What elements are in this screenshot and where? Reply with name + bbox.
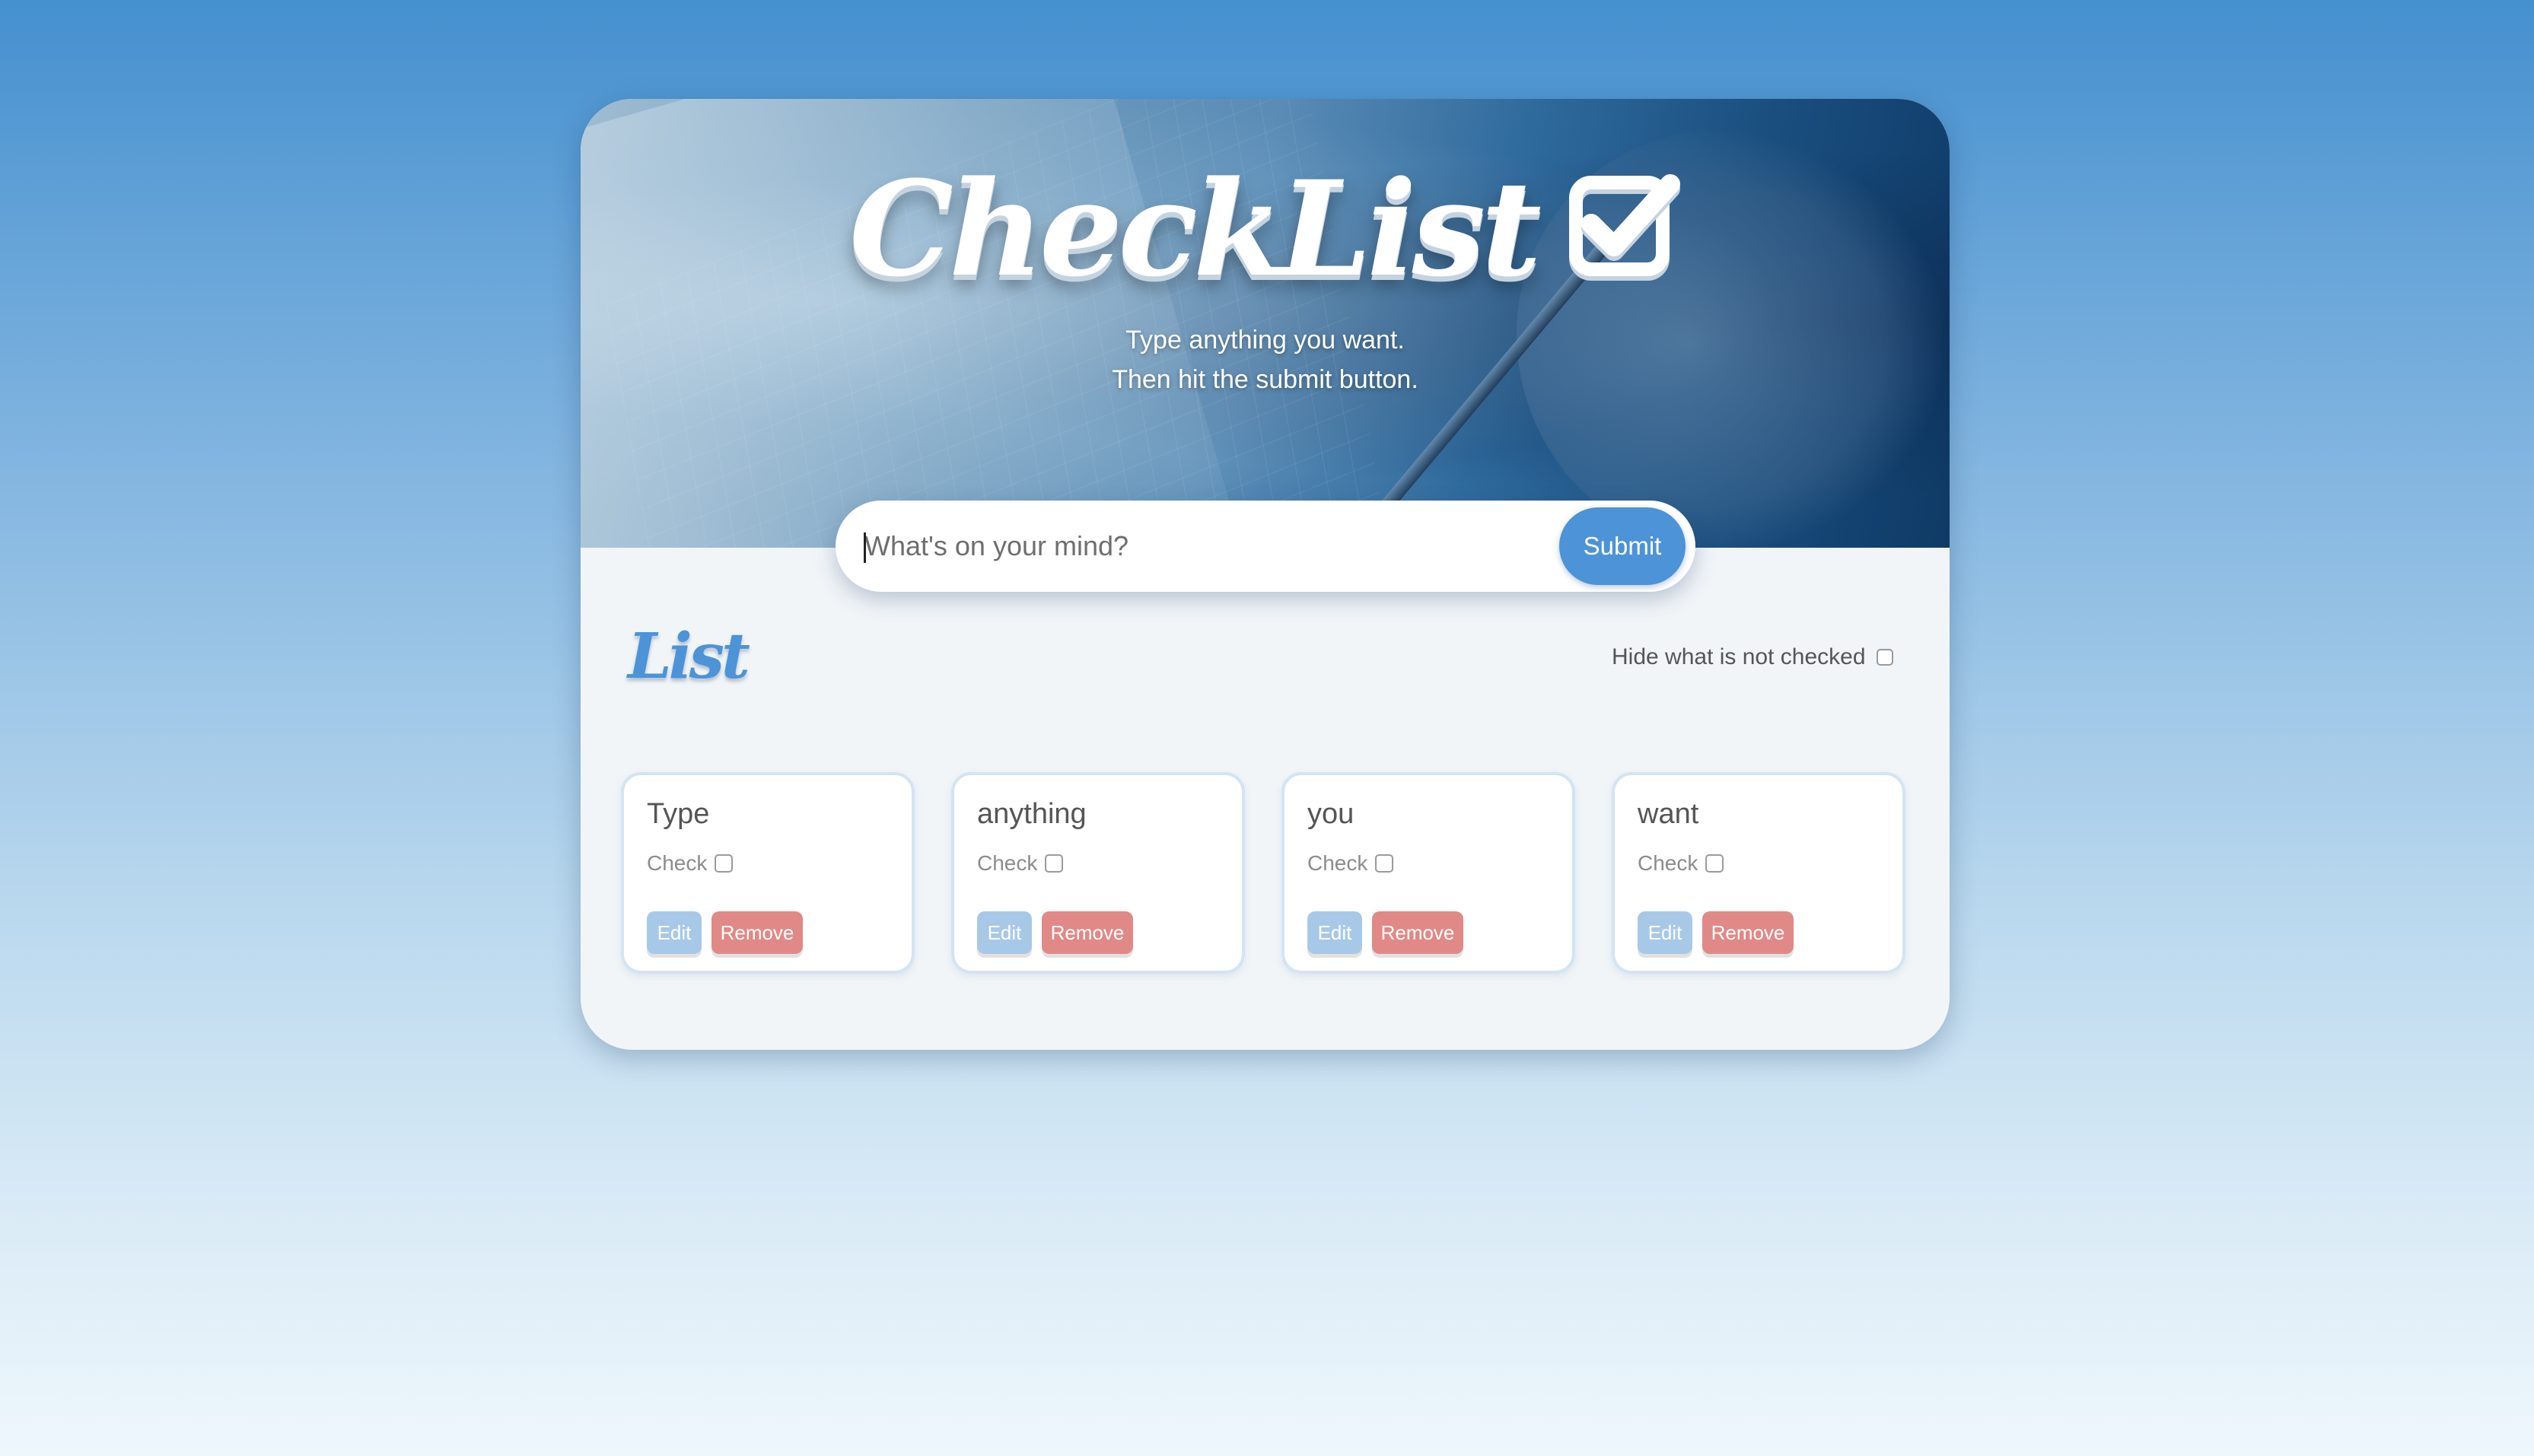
item-title: want: [1638, 798, 1699, 830]
text-caret: [864, 532, 866, 563]
item-check-label: Check: [977, 851, 1038, 875]
list-item: Type Check Edit Remove: [621, 772, 915, 974]
list-item: want Check Edit Remove: [1612, 772, 1905, 974]
item-title: you: [1307, 798, 1355, 830]
edit-button[interactable]: Edit: [647, 911, 702, 954]
hero-subtitle-line2: Then hit the submit button.: [1112, 365, 1418, 394]
item-check-row: Check: [977, 851, 1064, 876]
remove-button[interactable]: Remove: [1702, 911, 1794, 954]
item-check-row: Check: [1307, 851, 1394, 876]
app-title-row: CheckList: [581, 164, 1950, 294]
item-checkbox[interactable]: [1705, 854, 1724, 873]
hide-unchecked-label: Hide what is not checked: [1612, 644, 1866, 669]
remove-button[interactable]: Remove: [711, 911, 803, 954]
edit-button[interactable]: Edit: [1638, 911, 1692, 954]
edit-button[interactable]: Edit: [1307, 911, 1362, 954]
item-check-label: Check: [647, 851, 708, 875]
hide-unchecked-toggle: Hide what is not checked: [1612, 641, 1893, 674]
remove-button[interactable]: Remove: [1372, 911, 1463, 954]
submit-button[interactable]: Submit: [1559, 507, 1686, 585]
checklist-card: CheckList Type anything you want. Then h…: [581, 99, 1950, 1050]
remove-button[interactable]: Remove: [1042, 911, 1133, 954]
hero-subtitle-line1: Type anything you want.: [1125, 326, 1405, 354]
item-check-label: Check: [1638, 851, 1698, 875]
list-item: anything Check Edit Remove: [951, 772, 1245, 974]
app-title: CheckList: [849, 151, 1542, 306]
item-check-row: Check: [1638, 851, 1724, 876]
checkbox-checked-icon: [1567, 167, 1681, 281]
item-check-label: Check: [1307, 851, 1368, 875]
list-item: you Check Edit Remove: [1281, 772, 1575, 974]
item-check-row: Check: [647, 851, 734, 876]
todo-input[interactable]: [864, 517, 1542, 575]
item-checkbox[interactable]: [715, 854, 734, 873]
hero-banner: CheckList Type anything you want. Then h…: [581, 99, 1950, 548]
item-checkbox[interactable]: [1045, 854, 1064, 873]
edit-button[interactable]: Edit: [977, 911, 1032, 954]
item-title: anything: [977, 798, 1087, 830]
item-checkbox[interactable]: [1375, 854, 1394, 873]
hide-unchecked-checkbox[interactable]: [1876, 649, 1893, 666]
list-heading: List: [628, 620, 750, 693]
item-title: Type: [647, 798, 710, 830]
